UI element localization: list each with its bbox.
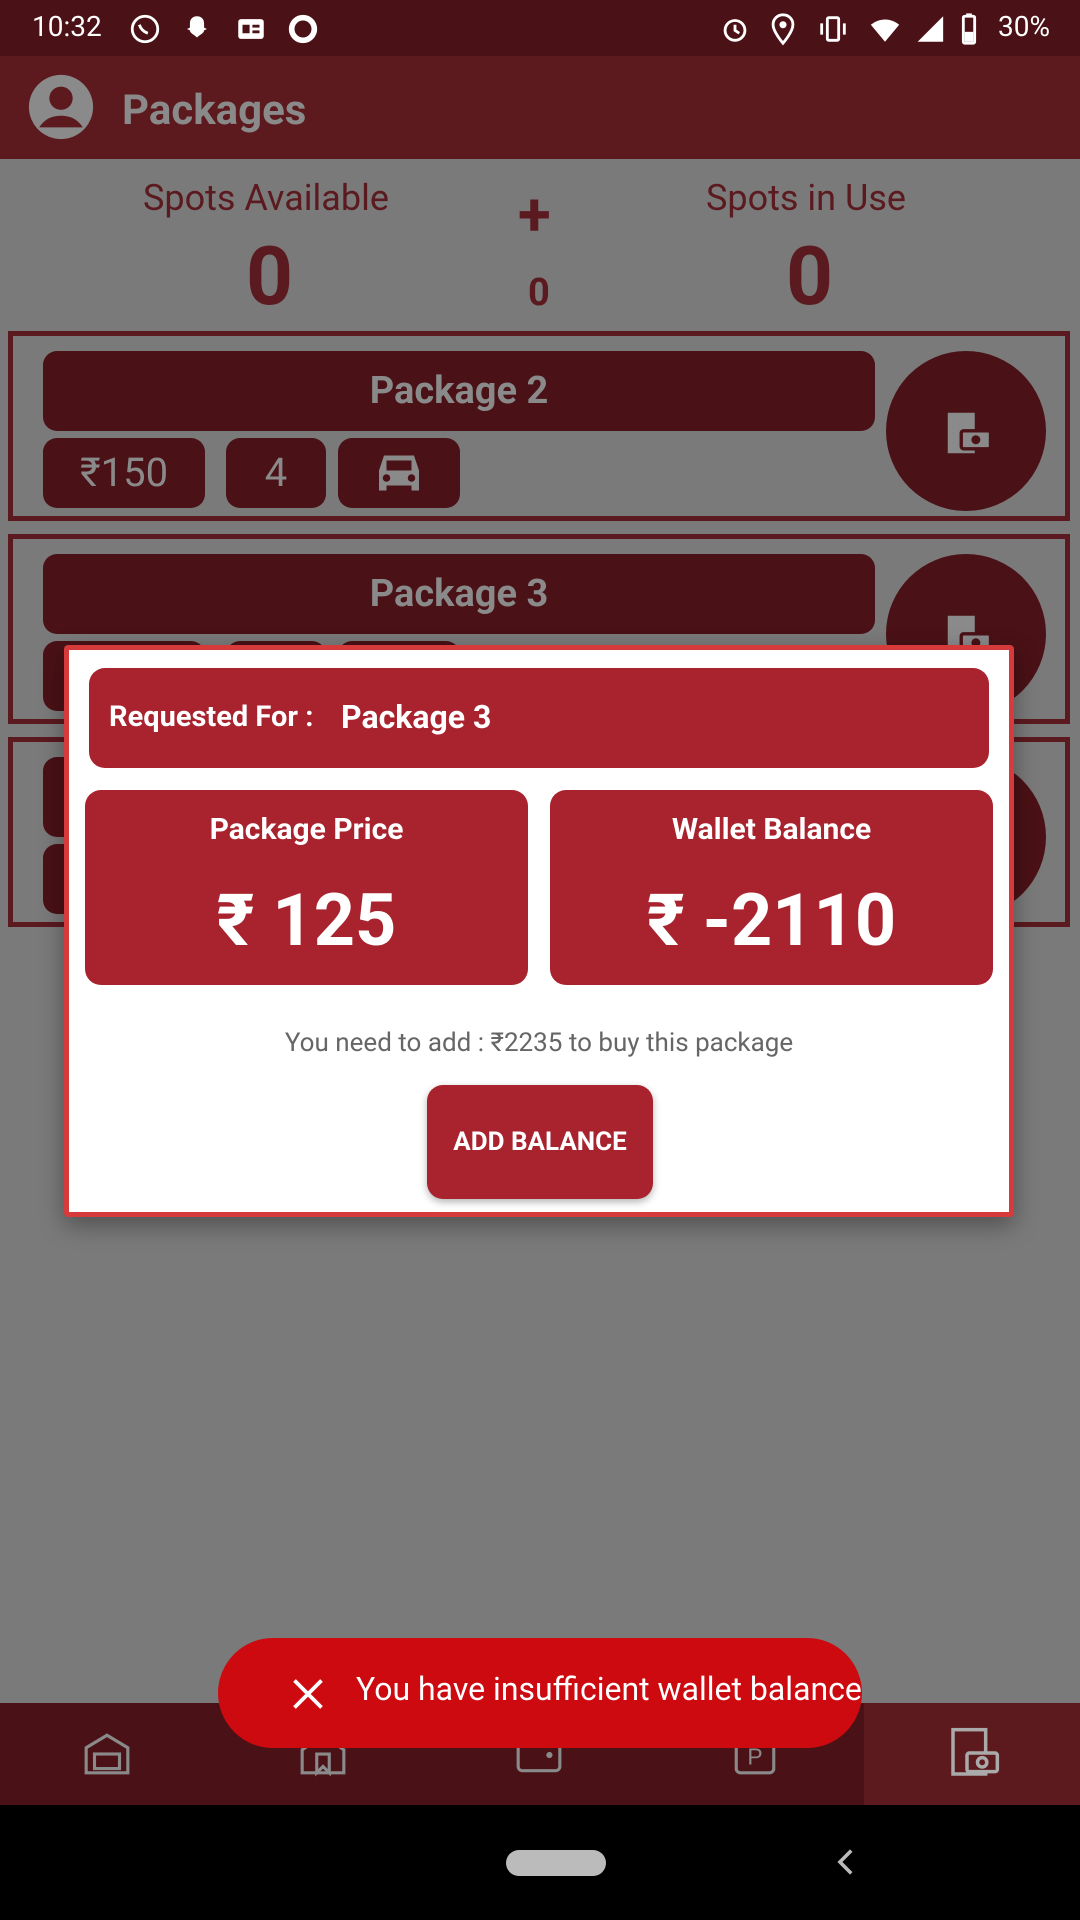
- package-price-card: Package Price ₹ 125: [85, 790, 528, 985]
- spots-pending-value: 0: [528, 271, 550, 315]
- app-badge-icon: [288, 14, 318, 44]
- package-price-label: Package Price: [209, 812, 404, 847]
- battery-percent: 30%: [998, 10, 1050, 43]
- news-icon: [238, 19, 264, 39]
- add-amount-note: You need to add : ₹2235 to buy this pack…: [284, 1028, 794, 1058]
- signal-icon: [917, 16, 944, 42]
- spots-available-label: Spots Available: [143, 177, 389, 219]
- app-bar: Packages: [0, 56, 1080, 159]
- location-icon: [771, 13, 795, 46]
- requested-for-label: Requested For :: [109, 700, 314, 734]
- package-buy-icon: [947, 412, 993, 454]
- battery-icon: [961, 13, 977, 45]
- toast-message: You have insufficient wallet balance: [356, 1670, 862, 1708]
- page-title: Packages: [122, 86, 307, 135]
- spots-available-value: 0: [246, 229, 294, 325]
- whatsapp-icon: [130, 14, 160, 44]
- buy-package-button[interactable]: [886, 351, 1046, 511]
- wallet-balance-value: ₹ -2110: [646, 878, 897, 963]
- close-icon[interactable]: [290, 1676, 326, 1712]
- wallet-balance-card: Wallet Balance ₹ -2110: [550, 790, 993, 985]
- wifi-icon: [870, 19, 900, 42]
- package-count-chip: 4: [226, 438, 326, 508]
- spots-in-use-label: Spots in Use: [706, 177, 906, 219]
- package-price-value: ₹ 125: [216, 878, 397, 963]
- error-toast: You have insufficient wallet balance: [218, 1638, 862, 1748]
- purchase-dialog: Requested For : Package 3 Package Price …: [64, 645, 1014, 1217]
- packages-nav-icon[interactable]: [946, 1725, 1002, 1781]
- package-price-chip: ₹150: [43, 438, 205, 508]
- home-pill[interactable]: [506, 1850, 606, 1876]
- profile-icon[interactable]: [26, 72, 96, 142]
- system-nav-bar: [0, 1805, 1080, 1920]
- alarm-icon: [723, 19, 747, 42]
- package-title: Package 3: [43, 554, 875, 634]
- package-title: Package 2: [43, 351, 875, 431]
- status-bar: 10:32 30%: [0, 0, 1080, 56]
- car-icon: [379, 455, 419, 491]
- car-chip: [338, 438, 460, 508]
- requested-for-bar: Requested For : Package 3: [89, 668, 989, 768]
- plus-symbol: +: [518, 179, 551, 250]
- garage-icon[interactable]: [82, 1729, 132, 1779]
- spots-in-use-value: 0: [786, 229, 834, 325]
- snapchat-icon: [187, 16, 207, 38]
- status-time: 10:32: [32, 10, 102, 43]
- back-icon[interactable]: [830, 1845, 864, 1879]
- add-balance-button[interactable]: ADD BALANCE: [427, 1085, 653, 1199]
- wallet-balance-label: Wallet Balance: [671, 812, 872, 847]
- spots-summary: Spots Available 0 + 0 Spots in Use 0: [0, 159, 1080, 329]
- requested-for-value: Package 3: [341, 698, 492, 736]
- package-card[interactable]: Package 2 ₹150 4: [8, 331, 1070, 521]
- vibrate-icon: [820, 16, 846, 42]
